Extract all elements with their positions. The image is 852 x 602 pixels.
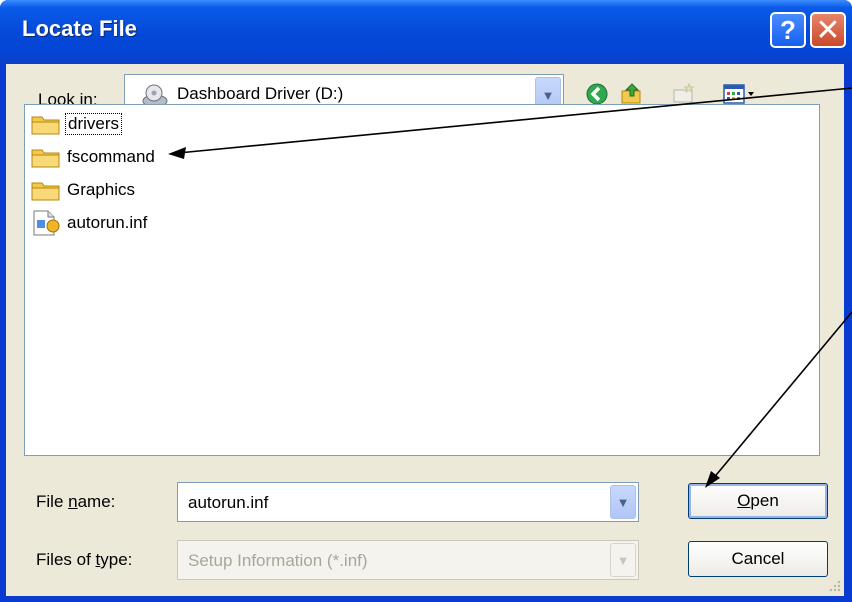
look-in-value: Dashboard Driver (D:) bbox=[177, 84, 344, 103]
window-title: Locate File bbox=[22, 16, 137, 41]
folder-icon bbox=[31, 182, 60, 201]
file-name-text: fscommand bbox=[67, 147, 155, 166]
folder-icon bbox=[31, 149, 60, 168]
dialog-window: Locate File ? ✕ Look in: Dashboard Drive… bbox=[0, 0, 852, 602]
file-type-label: Files of type: bbox=[36, 550, 133, 569]
list-item-drivers[interactable]: drivers bbox=[31, 111, 123, 137]
file-name-label: File name: bbox=[36, 492, 116, 511]
help-icon: ? bbox=[780, 14, 796, 45]
open-button[interactable]: Open bbox=[688, 483, 828, 519]
list-item-graphics[interactable]: Graphics bbox=[31, 177, 137, 203]
resize-grip-icon[interactable] bbox=[826, 578, 842, 594]
folder-icon bbox=[31, 116, 60, 135]
list-item-autorun[interactable]: autorun.inf bbox=[31, 210, 149, 236]
chevron-down-icon: ▼ bbox=[616, 552, 630, 568]
title-bar[interactable]: Locate File ? ✕ bbox=[0, 0, 852, 64]
chevron-down-icon: ▼ bbox=[541, 87, 555, 103]
list-item-fscommand[interactable]: fscommand bbox=[31, 144, 157, 170]
file-name-dropdown-button[interactable]: ▼ bbox=[610, 485, 636, 519]
file-list[interactable]: drivers fscommand Graphics autorun.inf bbox=[24, 104, 820, 456]
file-name-text: Graphics bbox=[67, 180, 136, 199]
file-type-value: Setup Information (*.inf) bbox=[188, 551, 368, 570]
file-type-combo: Setup Information (*.inf) ▼ bbox=[177, 540, 639, 580]
close-button[interactable]: ✕ bbox=[810, 12, 846, 48]
file-name-text: drivers bbox=[65, 113, 123, 135]
file-name-combo[interactable]: autorun.inf ▼ bbox=[177, 482, 639, 522]
close-icon: ✕ bbox=[815, 13, 841, 47]
setup-file-icon bbox=[33, 210, 60, 236]
file-type-dropdown-button: ▼ bbox=[610, 543, 636, 577]
chevron-down-icon: ▼ bbox=[616, 494, 630, 510]
new-folder-icon bbox=[673, 82, 695, 103]
file-name-text: autorun.inf bbox=[67, 213, 148, 232]
cancel-button[interactable]: Cancel bbox=[688, 541, 828, 577]
help-button[interactable]: ? bbox=[770, 12, 806, 48]
view-menu-icon[interactable] bbox=[722, 82, 758, 106]
file-name-input[interactable]: autorun.inf bbox=[188, 493, 268, 513]
up-folder-icon[interactable] bbox=[620, 82, 644, 106]
back-icon[interactable] bbox=[585, 82, 609, 106]
